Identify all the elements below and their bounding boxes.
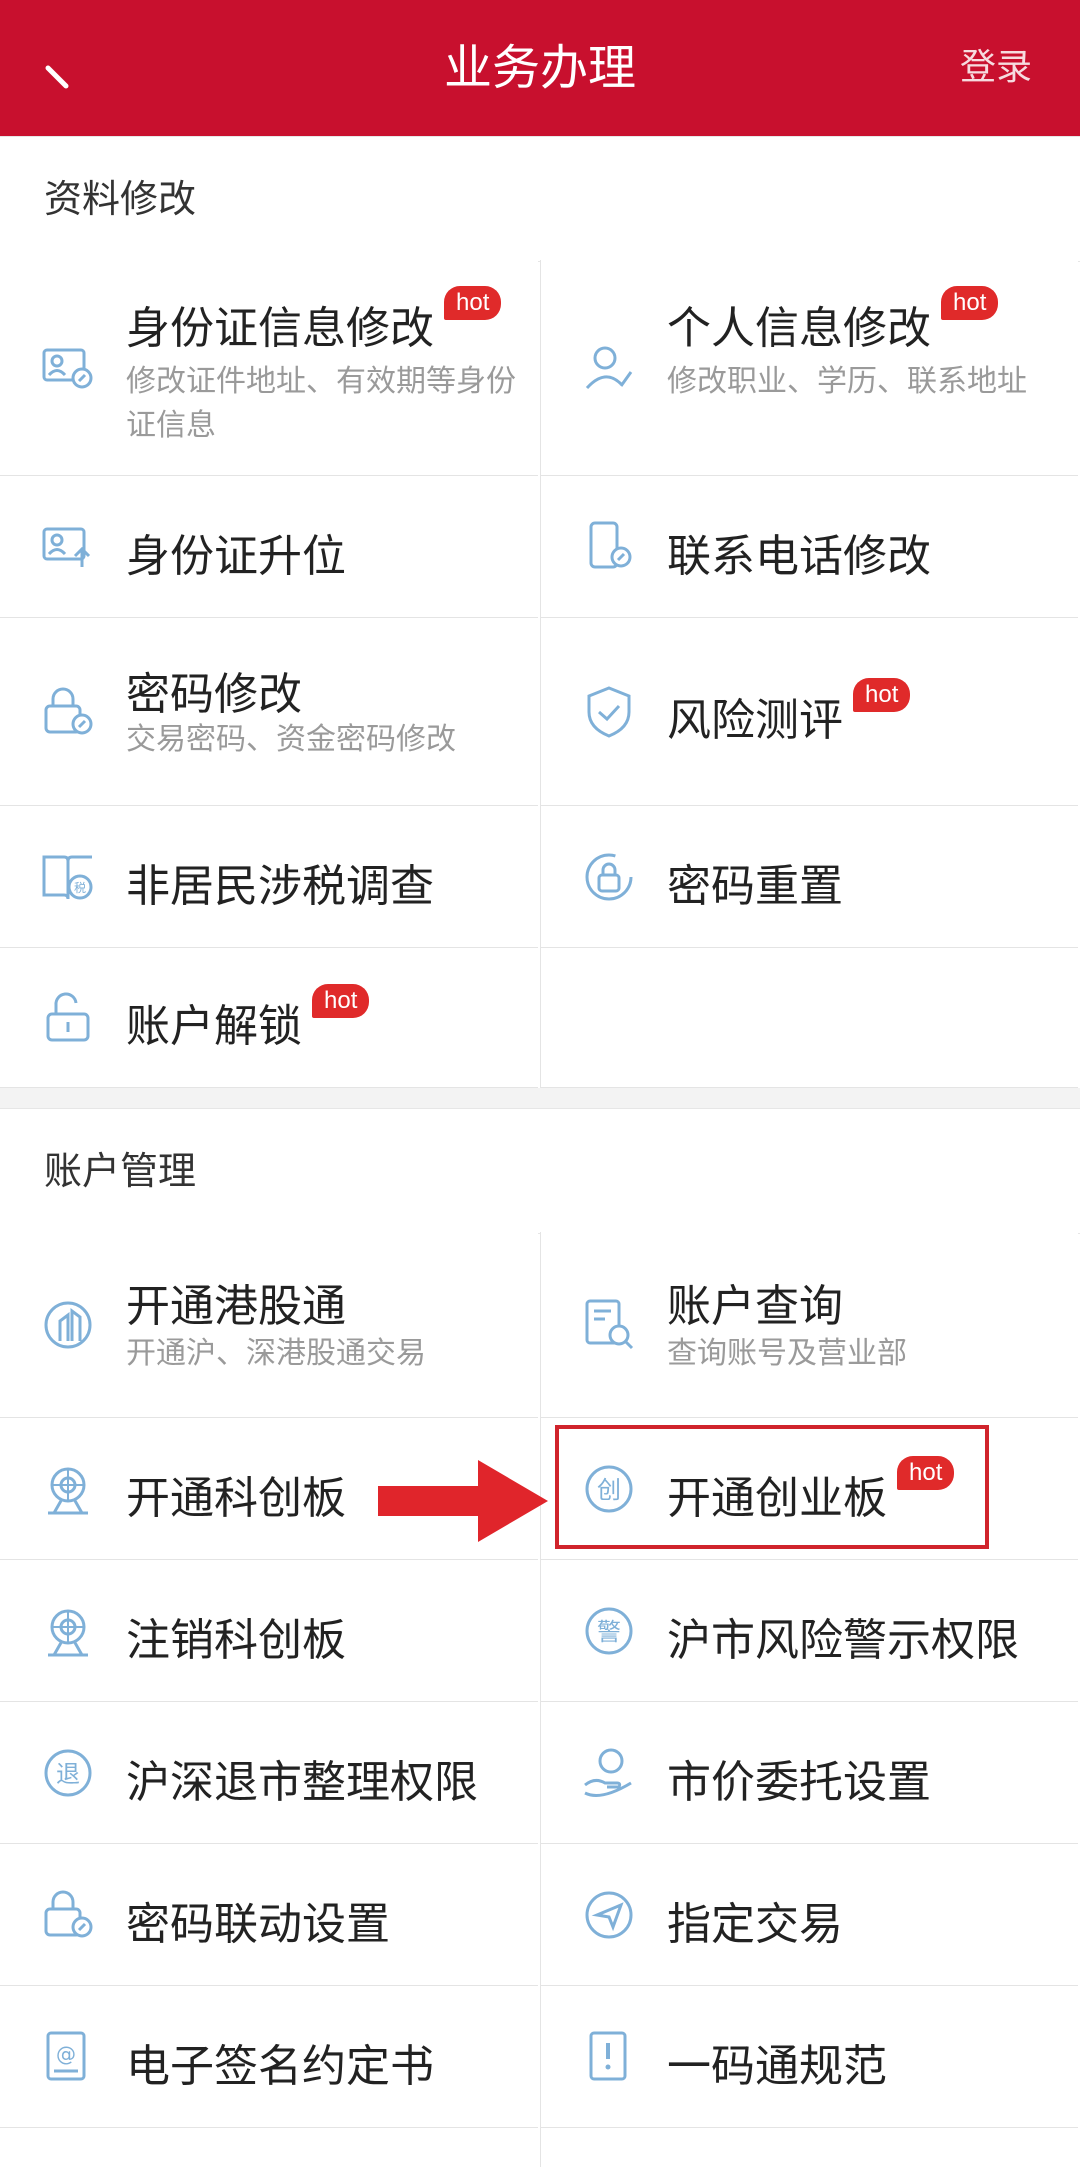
menu-item-hk-connect[interactable]: 开通港股通 开通沪、深港股通交易 (0, 1232, 538, 1418)
tax-book-icon: 税 (40, 849, 96, 905)
svg-text:退: 退 (56, 1760, 80, 1788)
item-description: 查询账号及营业部 (667, 1336, 907, 1371)
section-header-account: 账户管理 (0, 1108, 1080, 1234)
menu-item-id-upgrade[interactable]: 身份证升位 (0, 476, 538, 618)
menu-item-market-order[interactable]: 市价委托设置 (540, 1702, 1078, 1844)
item-label: 开通港股通 (126, 1281, 346, 1332)
item-description: 交易密码、资金密码修改 (126, 722, 456, 757)
item-label: 一码通规范 (667, 2041, 887, 2092)
menu-item-id-card-edit[interactable]: 身份证信息修改 hot 修改证件地址、有效期等身份证信息 (0, 260, 538, 476)
item-description: 开通沪、深港股通交易 (126, 1336, 426, 1371)
menu-item-designated-trading[interactable]: 指定交易 (540, 1844, 1078, 1986)
star-market-cancel-icon (40, 1603, 96, 1659)
menu-item-delisting[interactable]: 退 沪深退市整理权限 (0, 1702, 538, 1844)
item-label: 沪深退市整理权限 (126, 1757, 478, 1808)
hand-coin-icon (581, 1745, 637, 1801)
annotation-arrow-icon (378, 1460, 548, 1542)
page-title: 业务办理 (443, 40, 636, 96)
item-label: 指定交易 (667, 1899, 843, 1950)
menu-item-risk-assessment[interactable]: 风险测评 hot (540, 618, 1078, 806)
menu-item-personal-info[interactable]: 个人信息修改 hot 修改职业、学历、联系地址 (540, 260, 1078, 476)
star-market-icon (40, 1461, 96, 1517)
svg-text:警: 警 (597, 1618, 621, 1646)
item-label: 账户解锁 (126, 1001, 302, 1052)
menu-item-phone-edit[interactable]: 联系电话修改 (540, 476, 1078, 618)
empty-cell (540, 948, 1078, 1088)
person-edit-icon (581, 340, 637, 396)
id-card-edit-icon (40, 340, 96, 396)
hot-badge: hot (312, 984, 370, 1018)
item-label: 电子签名约定书 (126, 2041, 434, 2092)
item-label: 密码重置 (667, 861, 843, 912)
item-label: 密码修改 (126, 669, 302, 720)
login-button[interactable]: 登录 (960, 0, 1032, 136)
menu-item-cancel-star-market[interactable]: 注销科创板 (0, 1560, 538, 1702)
svg-text:@: @ (56, 2042, 76, 2066)
menu-item-account-query[interactable]: 账户查询 查询账号及营业部 (540, 1232, 1078, 1418)
item-label: 风险测评 (667, 695, 843, 746)
menu-item-esign[interactable]: @ 电子签名约定书 (0, 1986, 538, 2128)
item-label: 开通科创板 (126, 1473, 346, 1524)
phone-edit-icon (581, 519, 637, 575)
item-description: 修改职业、学历、联系地址 (667, 364, 1027, 399)
send-icon (581, 1887, 637, 1943)
lock-reset-icon (581, 849, 637, 905)
delisting-icon: 退 (40, 1745, 96, 1801)
hk-connect-icon (40, 1297, 96, 1353)
warning-seal-icon: 警 (581, 1603, 637, 1659)
hot-badge: hot (853, 678, 911, 712)
shield-check-icon (581, 684, 637, 740)
annotation-highlight-box (555, 1425, 989, 1549)
item-label: 密码联动设置 (126, 1899, 390, 1950)
row-partial (0, 2128, 538, 2167)
row-partial (540, 2128, 1078, 2167)
section-header-profile: 资料修改 (0, 136, 1080, 262)
notice-book-icon (581, 2029, 637, 2085)
hot-badge: hot (941, 286, 999, 320)
svg-text:税: 税 (74, 881, 86, 895)
menu-item-tax-survey[interactable]: 税 非居民涉税调查 (0, 806, 538, 948)
lock-link-icon (40, 1887, 96, 1943)
item-label: 沪市风险警示权限 (667, 1615, 1019, 1666)
top-bar: 业务办理 登录 (0, 0, 1080, 136)
item-label: 注销科创板 (126, 1615, 346, 1666)
menu-item-account-unlock[interactable]: 账户解锁 hot (0, 948, 538, 1088)
hot-badge: hot (444, 286, 502, 320)
id-card-upgrade-icon (40, 519, 96, 575)
item-label: 市价委托设置 (667, 1757, 931, 1808)
section-title: 账户管理 (44, 1149, 197, 1193)
item-label: 身份证信息修改 (126, 303, 434, 354)
item-label: 非居民涉税调查 (126, 861, 434, 912)
esign-icon: @ (40, 2029, 96, 2085)
item-description: 修改证件地址、有效期等身份证信息 (126, 364, 516, 443)
item-label: 联系电话修改 (667, 531, 931, 582)
unlock-icon (40, 990, 96, 1046)
lock-edit-icon (40, 684, 96, 740)
menu-item-password-reset[interactable]: 密码重置 (540, 806, 1078, 948)
item-label: 个人信息修改 (667, 303, 931, 354)
menu-item-password-edit[interactable]: 密码修改 交易密码、资金密码修改 (0, 618, 538, 806)
menu-item-one-code[interactable]: 一码通规范 (540, 1986, 1078, 2128)
section-title: 资料修改 (44, 177, 197, 221)
item-label: 账户查询 (667, 1281, 843, 1332)
menu-item-risk-warning[interactable]: 警 沪市风险警示权限 (540, 1560, 1078, 1702)
document-search-icon (581, 1297, 637, 1353)
item-label: 身份证升位 (126, 531, 346, 582)
menu-item-password-link[interactable]: 密码联动设置 (0, 1844, 538, 1986)
